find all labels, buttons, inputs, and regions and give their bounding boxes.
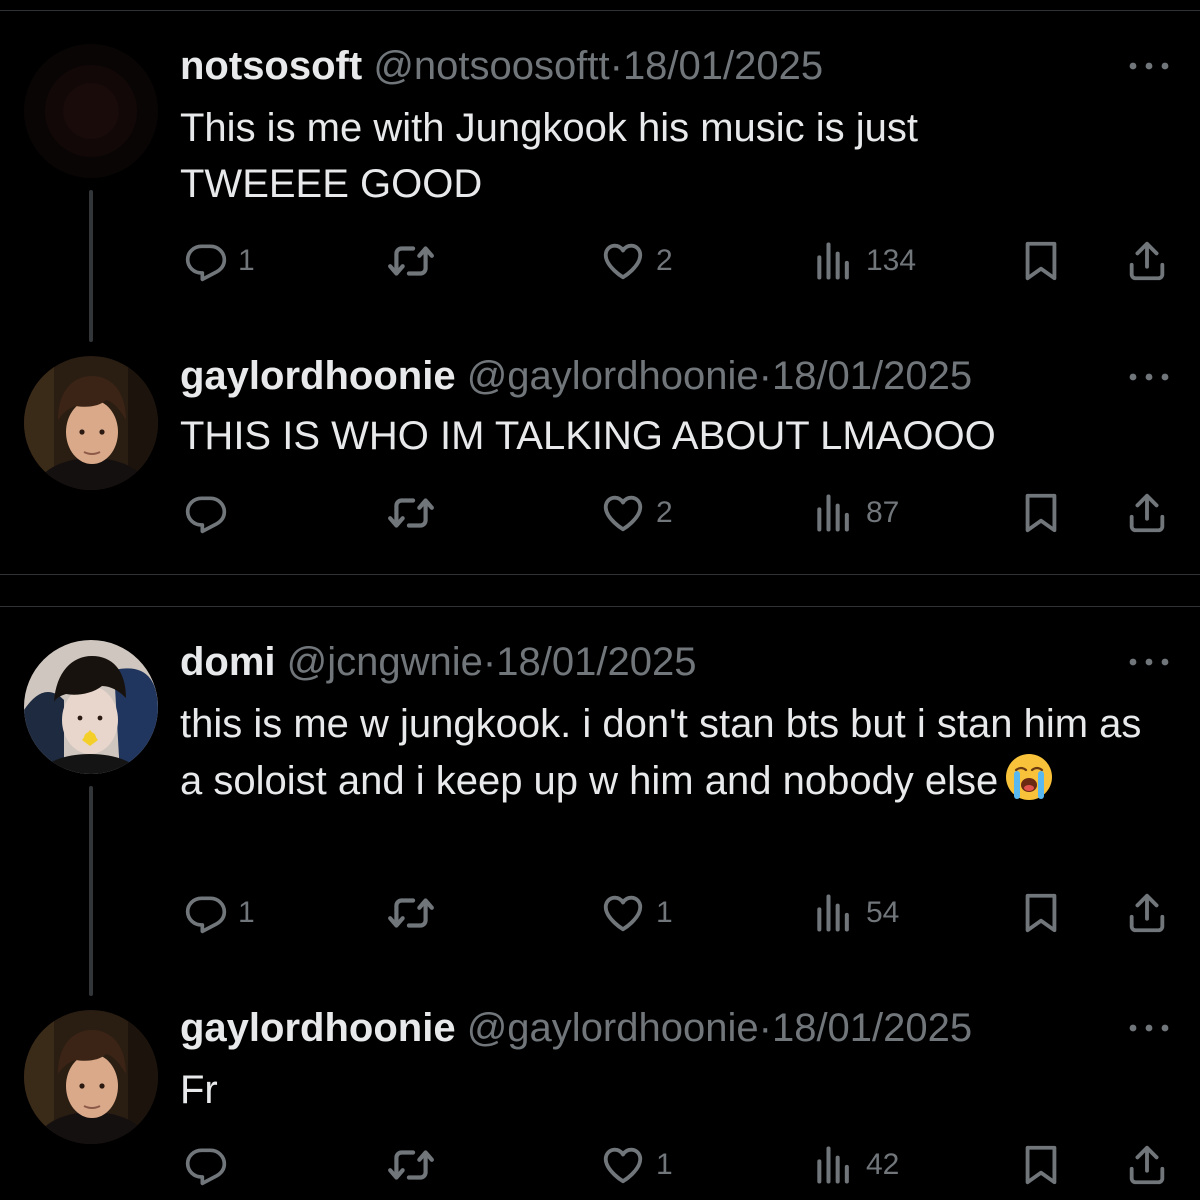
tweet-actions: 1 42 [0, 1140, 1200, 1190]
tweet-date[interactable]: 18/01/2025 [772, 354, 972, 398]
more-icon[interactable] [1126, 1018, 1172, 1038]
loudly-crying-face-icon [1004, 752, 1054, 802]
display-name[interactable]: gaylordhoonie [180, 1006, 456, 1050]
views-count: 42 [866, 1148, 900, 1181]
like-button[interactable]: 1 [600, 1140, 673, 1190]
views-icon [812, 1143, 856, 1187]
reply-button[interactable] [184, 488, 238, 538]
section-divider [0, 574, 1200, 575]
tweet-actions: 2 87 [0, 488, 1200, 538]
share-button[interactable] [1124, 488, 1170, 538]
share-icon [1124, 1142, 1170, 1188]
retweet-icon [386, 888, 436, 938]
tweet-header: gaylordhoonie @gaylordhoonie·18/01/2025 [180, 352, 972, 400]
user-handle[interactable]: @gaylordhoonie [467, 354, 759, 398]
tweet-text: this is me w jungkook. i don't stan bts … [180, 702, 1142, 803]
display-name[interactable]: gaylordhoonie [180, 354, 456, 398]
avatar[interactable] [24, 1010, 158, 1144]
bookmark-icon [1018, 490, 1064, 536]
bookmark-button[interactable] [1018, 888, 1064, 938]
like-button[interactable]: 2 [600, 236, 673, 286]
display-name[interactable]: notsosoft [180, 44, 362, 88]
retweet-icon [386, 1140, 436, 1190]
share-icon [1124, 490, 1170, 536]
avatar[interactable] [24, 44, 158, 178]
tweet-date[interactable]: 18/01/2025 [623, 44, 823, 88]
reply-icon [184, 239, 228, 283]
tweet-header: domi @jcngwnie·18/01/2025 [180, 638, 696, 686]
display-name[interactable]: domi [180, 640, 276, 684]
top-divider [0, 10, 1200, 11]
share-icon [1124, 890, 1170, 936]
bookmark-icon [1018, 238, 1064, 284]
retweet-button[interactable] [386, 488, 446, 538]
retweet-button[interactable] [386, 888, 446, 938]
like-button[interactable]: 2 [600, 488, 673, 538]
reply-icon [184, 491, 228, 535]
views-count: 134 [866, 244, 917, 277]
bookmark-button[interactable] [1018, 488, 1064, 538]
bookmark-icon [1018, 1142, 1064, 1188]
avatar[interactable] [24, 356, 158, 490]
share-button[interactable] [1124, 888, 1170, 938]
reply-count: 1 [238, 896, 255, 929]
user-handle[interactable]: @gaylordhoonie [467, 1006, 759, 1050]
bookmark-button[interactable] [1018, 236, 1064, 286]
reply-button[interactable]: 1 [184, 888, 255, 938]
like-count: 1 [656, 896, 673, 929]
tweet-actions: 1 2 134 [0, 236, 1200, 286]
like-icon [600, 490, 646, 536]
separator: · [482, 640, 497, 684]
views-icon [812, 239, 856, 283]
tweet-actions: 1 1 54 [0, 888, 1200, 938]
views-button[interactable]: 134 [812, 236, 916, 286]
like-count: 1 [656, 1148, 673, 1181]
share-icon [1124, 238, 1170, 284]
more-icon[interactable] [1126, 56, 1172, 76]
like-button[interactable]: 1 [600, 888, 673, 938]
like-count: 2 [656, 496, 673, 529]
like-icon [600, 1142, 646, 1188]
reply-count: 1 [238, 244, 255, 277]
retweet-button[interactable] [386, 236, 446, 286]
tweet-header: notsosoft @notsoosoftt·18/01/2025 [180, 42, 823, 90]
share-button[interactable] [1124, 236, 1170, 286]
reply-icon [184, 1143, 228, 1187]
tweet-text-block: this is me w jungkook. i don't stan bts … [180, 696, 1170, 809]
reply-button[interactable]: 1 [184, 236, 255, 286]
views-button[interactable]: 42 [812, 1140, 899, 1190]
tweet-text: This is me with Jungkook his music is ju… [180, 106, 919, 206]
share-button[interactable] [1124, 1140, 1170, 1190]
retweet-button[interactable] [386, 1140, 446, 1190]
tweet-text: Fr [180, 1068, 218, 1112]
bookmark-icon [1018, 890, 1064, 936]
like-count: 2 [656, 244, 673, 277]
views-count: 54 [866, 896, 900, 929]
views-button[interactable]: 54 [812, 888, 899, 938]
bookmark-button[interactable] [1018, 1140, 1064, 1190]
user-handle[interactable]: @jcngwnie [287, 640, 483, 684]
like-icon [600, 238, 646, 284]
user-handle[interactable]: @notsoosoftt [373, 44, 609, 88]
reply-button[interactable] [184, 1140, 238, 1190]
separator: · [758, 354, 772, 398]
views-button[interactable]: 87 [812, 488, 899, 538]
reply-icon [184, 891, 228, 935]
separator: · [758, 1006, 772, 1050]
views-icon [812, 891, 856, 935]
avatar[interactable] [24, 640, 158, 774]
retweet-icon [386, 236, 436, 286]
separator: · [609, 44, 623, 88]
like-icon [600, 890, 646, 936]
more-icon[interactable] [1126, 367, 1172, 387]
section-divider [0, 606, 1200, 607]
tweet-header: gaylordhoonie @gaylordhoonie·18/01/2025 [180, 1004, 972, 1052]
tweet-date[interactable]: 18/01/2025 [772, 1006, 972, 1050]
tweet-date[interactable]: 18/01/2025 [496, 640, 696, 684]
retweet-icon [386, 488, 436, 538]
more-icon[interactable] [1126, 652, 1172, 672]
views-icon [812, 491, 856, 535]
tweet-text: THIS IS WHO IM TALKING ABOUT LMAOOO [180, 414, 996, 458]
views-count: 87 [866, 496, 900, 529]
